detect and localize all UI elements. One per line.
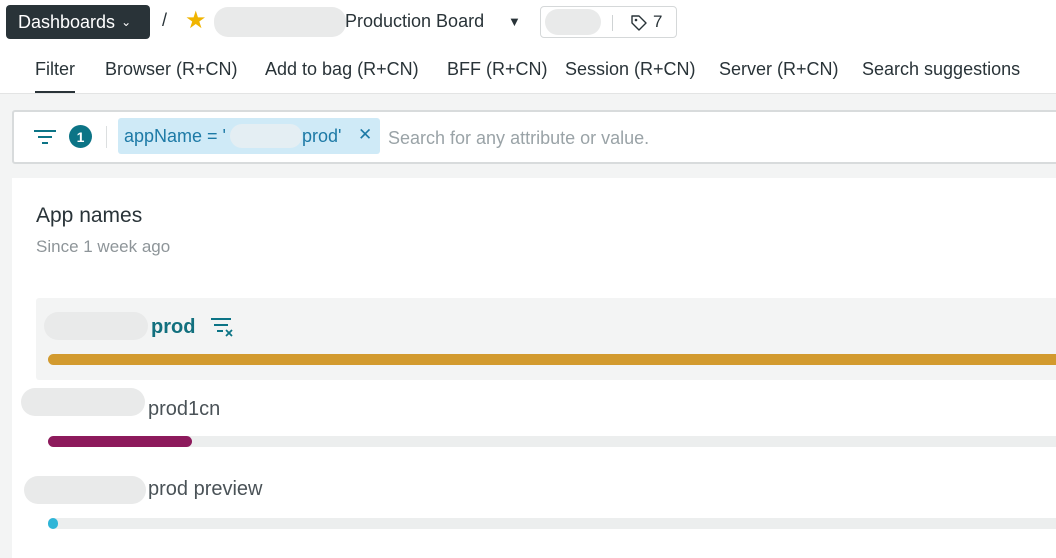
redacted-avatar <box>545 9 601 35</box>
breadcrumb-separator: / <box>162 10 168 30</box>
tab-browser[interactable]: Browser (R+CN) <box>105 59 238 80</box>
redacted-text <box>24 476 146 504</box>
tab-search-suggestions[interactable]: Search suggestions <box>862 59 1020 80</box>
tab-bff[interactable]: BFF (R+CN) <box>447 59 548 80</box>
tag-divider <box>612 15 613 31</box>
dashboard-title[interactable]: Production Board <box>345 11 484 32</box>
widget-title: App names <box>36 204 143 227</box>
tab-filter[interactable]: Filter <box>35 59 75 93</box>
tabs-bar: Filter Browser (R+CN) Add to bag (R+CN) … <box>0 46 1056 94</box>
redacted-text <box>21 388 145 416</box>
list-item-label[interactable]: prod1cn <box>148 398 220 421</box>
redacted-text <box>214 7 346 37</box>
widget-subtitle: Since 1 week ago <box>36 237 171 256</box>
tags-box[interactable]: 7 <box>540 6 677 38</box>
bar-track <box>48 354 1056 365</box>
dashboards-label: Dashboards <box>18 11 116 32</box>
filter-remove-icon[interactable] <box>209 315 235 339</box>
bar-track <box>48 436 1056 447</box>
redacted-text <box>230 124 302 148</box>
close-icon[interactable]: ✕ <box>358 125 372 145</box>
tag-icon <box>631 15 647 31</box>
app-names-widget: App names Since 1 week ago prod prod1cn … <box>12 178 1056 558</box>
active-filter-count-badge: 1 <box>69 125 92 148</box>
filter-chip-prefix: appName = ' <box>124 126 226 146</box>
filter-bar: 1 appName = ' prod' ✕ <box>12 110 1056 164</box>
bar-fill <box>48 518 58 529</box>
bar-fill <box>48 354 1056 365</box>
chevron-down-icon[interactable]: ▼ <box>508 14 521 29</box>
chevron-down-icon: ⌄ <box>121 15 132 29</box>
redacted-text <box>44 312 148 340</box>
tag-count: 7 <box>653 12 663 31</box>
bar-track <box>48 518 1056 529</box>
divider <box>106 126 107 148</box>
attribute-search-input[interactable] <box>386 122 1050 154</box>
filter-lines-icon[interactable] <box>32 126 58 148</box>
filter-chip-suffix: prod' <box>302 126 342 146</box>
bar-fill <box>48 436 192 447</box>
tab-server[interactable]: Server (R+CN) <box>719 59 839 80</box>
list-item-label[interactable]: prod preview <box>148 478 263 501</box>
top-bar: Dashboards ⌄ / ★ Production Board ▼ 7 <box>0 0 1056 46</box>
list-item-label: prod <box>151 316 196 338</box>
list-item-selected[interactable] <box>36 298 1056 380</box>
tab-session[interactable]: Session (R+CN) <box>565 59 696 80</box>
tab-add-to-bag[interactable]: Add to bag (R+CN) <box>265 59 419 80</box>
filter-chip-appname[interactable]: appName = ' prod' ✕ <box>118 118 380 154</box>
star-icon[interactable]: ★ <box>185 7 207 35</box>
dashboards-menu-button[interactable]: Dashboards ⌄ <box>6 5 150 39</box>
